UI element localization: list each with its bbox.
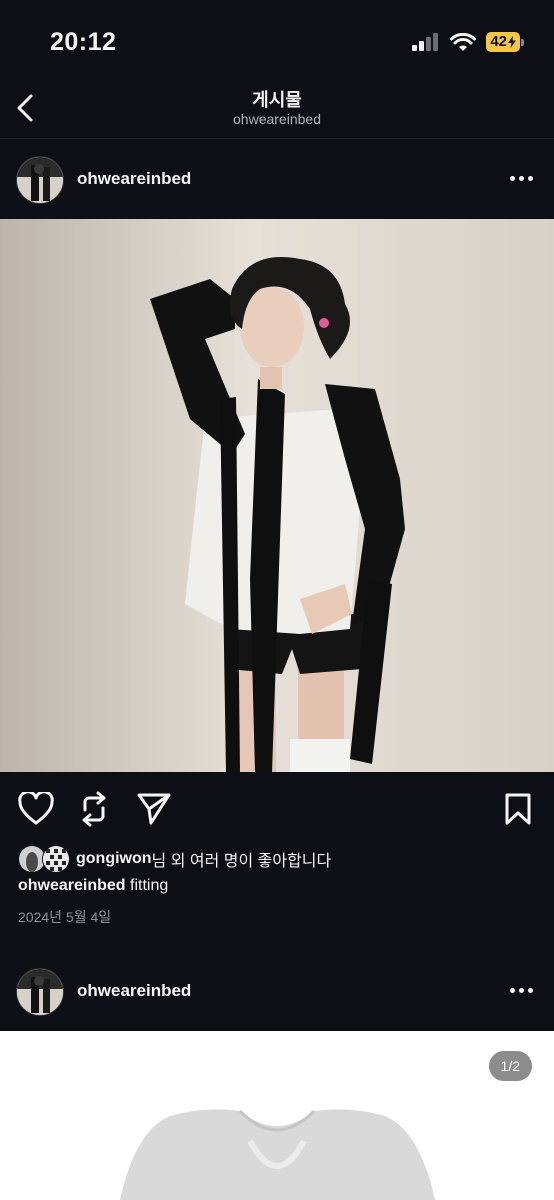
post-image[interactable] bbox=[0, 219, 554, 772]
page-indicator: 1/2 bbox=[488, 1051, 532, 1081]
signal-icon bbox=[412, 33, 439, 51]
more-horizontal-icon bbox=[509, 175, 515, 181]
likes-summary[interactable]: gongiwon 님 외 여러 명이 좋아합니다 bbox=[18, 844, 331, 874]
page-title: 게시물 bbox=[252, 90, 302, 110]
repost-icon bbox=[82, 791, 106, 827]
post-username[interactable]: ohweareinbed bbox=[77, 169, 191, 189]
page-subtitle: ohweareinbed bbox=[233, 111, 321, 127]
avatar[interactable] bbox=[16, 156, 64, 204]
battery-icon: 42 bbox=[486, 32, 524, 52]
share-button[interactable] bbox=[134, 789, 174, 829]
bookmark-icon bbox=[505, 793, 531, 825]
save-button[interactable] bbox=[498, 789, 538, 829]
caption-text: fitting bbox=[130, 877, 169, 894]
caption-username[interactable]: ohweareinbed bbox=[18, 877, 126, 894]
post-header: ohweareinbed bbox=[0, 952, 554, 1030]
more-options-button[interactable] bbox=[506, 166, 536, 190]
repost-button[interactable] bbox=[74, 789, 114, 829]
post-actions bbox=[0, 785, 554, 833]
post-image[interactable]: 1/2 bbox=[0, 1031, 554, 1200]
more-horizontal-icon bbox=[509, 987, 515, 993]
status-time: 20:12 bbox=[50, 28, 117, 56]
post-caption: ohweareinbed fitting bbox=[18, 877, 168, 895]
nav-header: 게시물 ohweareinbed bbox=[0, 80, 554, 139]
post-username[interactable]: ohweareinbed bbox=[77, 981, 191, 1001]
more-options-button[interactable] bbox=[506, 978, 536, 1002]
post-header: ohweareinbed bbox=[0, 140, 554, 218]
avatar bbox=[42, 845, 70, 873]
send-icon bbox=[137, 793, 171, 825]
avatar[interactable] bbox=[16, 968, 64, 1016]
liker-avatars bbox=[18, 845, 74, 873]
post-date: 2024년 5월 4일 bbox=[18, 909, 112, 925]
battery-level: 42 bbox=[490, 33, 507, 50]
heart-icon bbox=[18, 792, 54, 825]
liker-username[interactable]: gongiwon bbox=[76, 850, 152, 868]
status-bar: 20:12 42 bbox=[0, 0, 554, 80]
like-button[interactable] bbox=[16, 789, 56, 829]
likes-text: 님 외 여러 명이 좋아합니다 bbox=[151, 853, 332, 870]
status-icons: 42 bbox=[412, 32, 524, 52]
wifi-icon bbox=[450, 32, 477, 51]
